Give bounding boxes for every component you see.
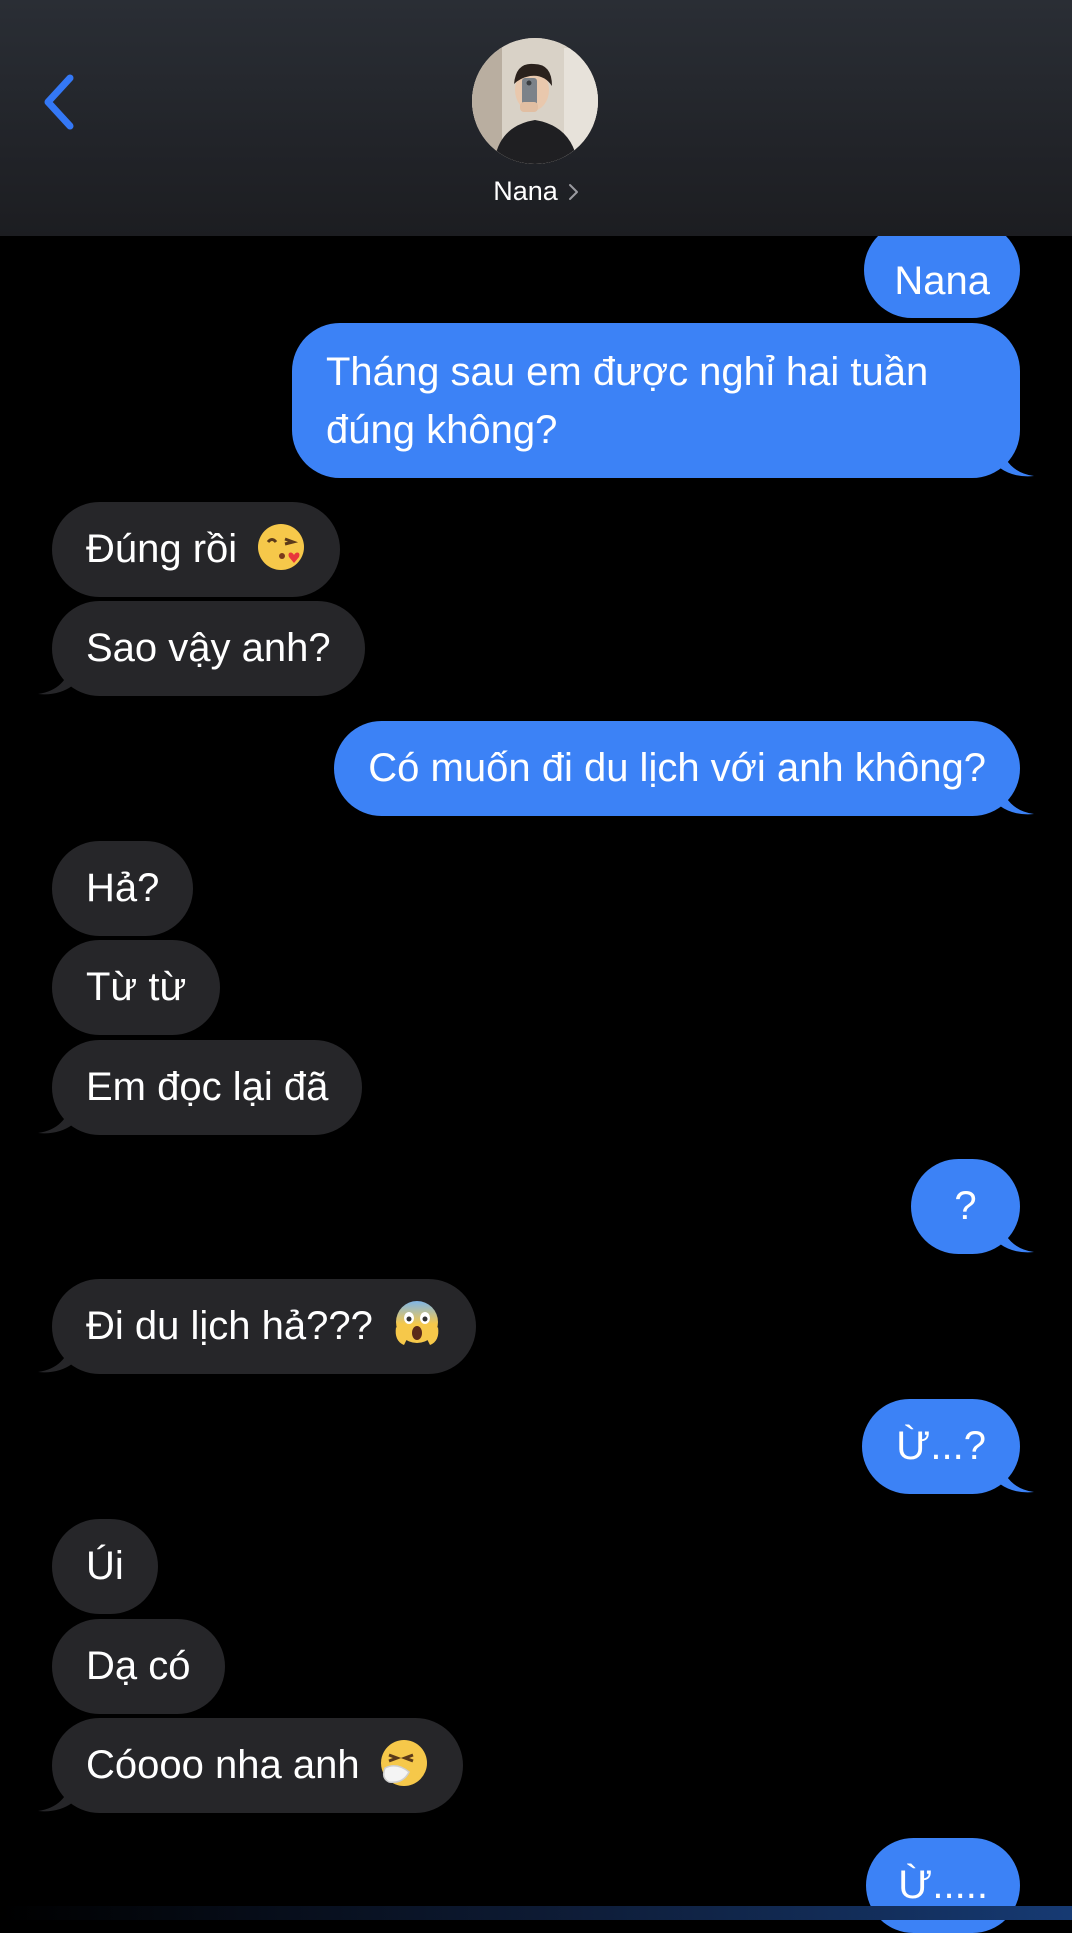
bubble-tail — [1000, 782, 1034, 815]
message-text: Sao vậy anh? — [86, 626, 331, 670]
message-text: Úi — [86, 1544, 124, 1588]
bubble-tail — [38, 1340, 72, 1373]
message-bubble-outgoing[interactable]: Nana — [864, 222, 1020, 318]
bubble-tail — [38, 1101, 72, 1134]
message-text-line: Tháng sau em được nghỉ hai tuần — [326, 350, 929, 394]
contact-name-button[interactable]: Nana — [0, 176, 1072, 207]
message-text: Đúng rồi — [86, 527, 238, 571]
contact-avatar-photo-icon — [472, 38, 598, 164]
kissing-heart-emoji-icon — [258, 524, 305, 570]
chevron-right-icon — [568, 184, 578, 200]
message-text: Em đọc lại đã — [86, 1065, 329, 1109]
chevron-left-icon[interactable] — [36, 70, 86, 134]
message-text: Cóooo nha anh — [86, 1743, 360, 1787]
message-bubble-incoming[interactable]: Từ từ — [52, 940, 221, 1035]
sneezing-face-emoji-icon — [380, 1740, 427, 1786]
message-bubble-outgoing[interactable]: Có muốn đi du lịch với anh không? — [334, 721, 1020, 816]
message-text: Nana — [894, 259, 990, 303]
message-bubble-outgoing[interactable]: Tháng sau em được nghỉ hai tuần đúng khô… — [292, 323, 1020, 478]
message-bubble-incoming[interactable]: Cóooo nha anh — [52, 1718, 463, 1813]
message-bubble-incoming[interactable]: Sao vậy anh? — [52, 601, 365, 696]
message-thread[interactable]: Nana Tháng sau em được nghỉ hai tuần đún… — [0, 0, 1072, 1933]
message-text: Dạ có — [86, 1644, 191, 1688]
message-text: Đi du lịch hả??? — [86, 1304, 373, 1348]
message-text: Từ từ — [86, 965, 187, 1009]
message-bubble-incoming[interactable]: Đi du lịch hả??? — [52, 1279, 476, 1374]
message-bubble-incoming[interactable]: Úi — [52, 1519, 158, 1614]
message-text: Hả? — [86, 866, 160, 910]
conversation-header: Nana — [0, 0, 1072, 236]
contact-avatar[interactable] — [472, 38, 598, 164]
bubble-tail — [1000, 1220, 1034, 1253]
message-bubble-incoming[interactable]: Dạ có — [52, 1619, 225, 1714]
message-text: ? — [954, 1184, 977, 1228]
screaming-face-emoji-icon — [395, 1301, 439, 1345]
message-bubble-incoming[interactable]: Đúng rồi — [52, 502, 341, 597]
message-bubble-incoming[interactable]: Hả? — [52, 841, 194, 936]
message-text: Có muốn đi du lịch với anh không? — [368, 746, 986, 790]
bubble-tail — [38, 662, 72, 695]
contact-name: Nana — [493, 176, 558, 206]
bottom-edge — [0, 1906, 1072, 1920]
message-text: Ừ..... — [898, 1863, 988, 1907]
bubble-tail — [38, 1779, 72, 1812]
bubble-tail — [1000, 1460, 1034, 1493]
message-text: Ừ...? — [896, 1424, 986, 1468]
message-bubble-outgoing[interactable]: Ừ...? — [862, 1399, 1020, 1494]
message-bubble-incoming[interactable]: Em đọc lại đã — [52, 1040, 363, 1135]
message-text-line: đúng không? — [326, 408, 558, 452]
bubble-tail — [1000, 444, 1034, 477]
